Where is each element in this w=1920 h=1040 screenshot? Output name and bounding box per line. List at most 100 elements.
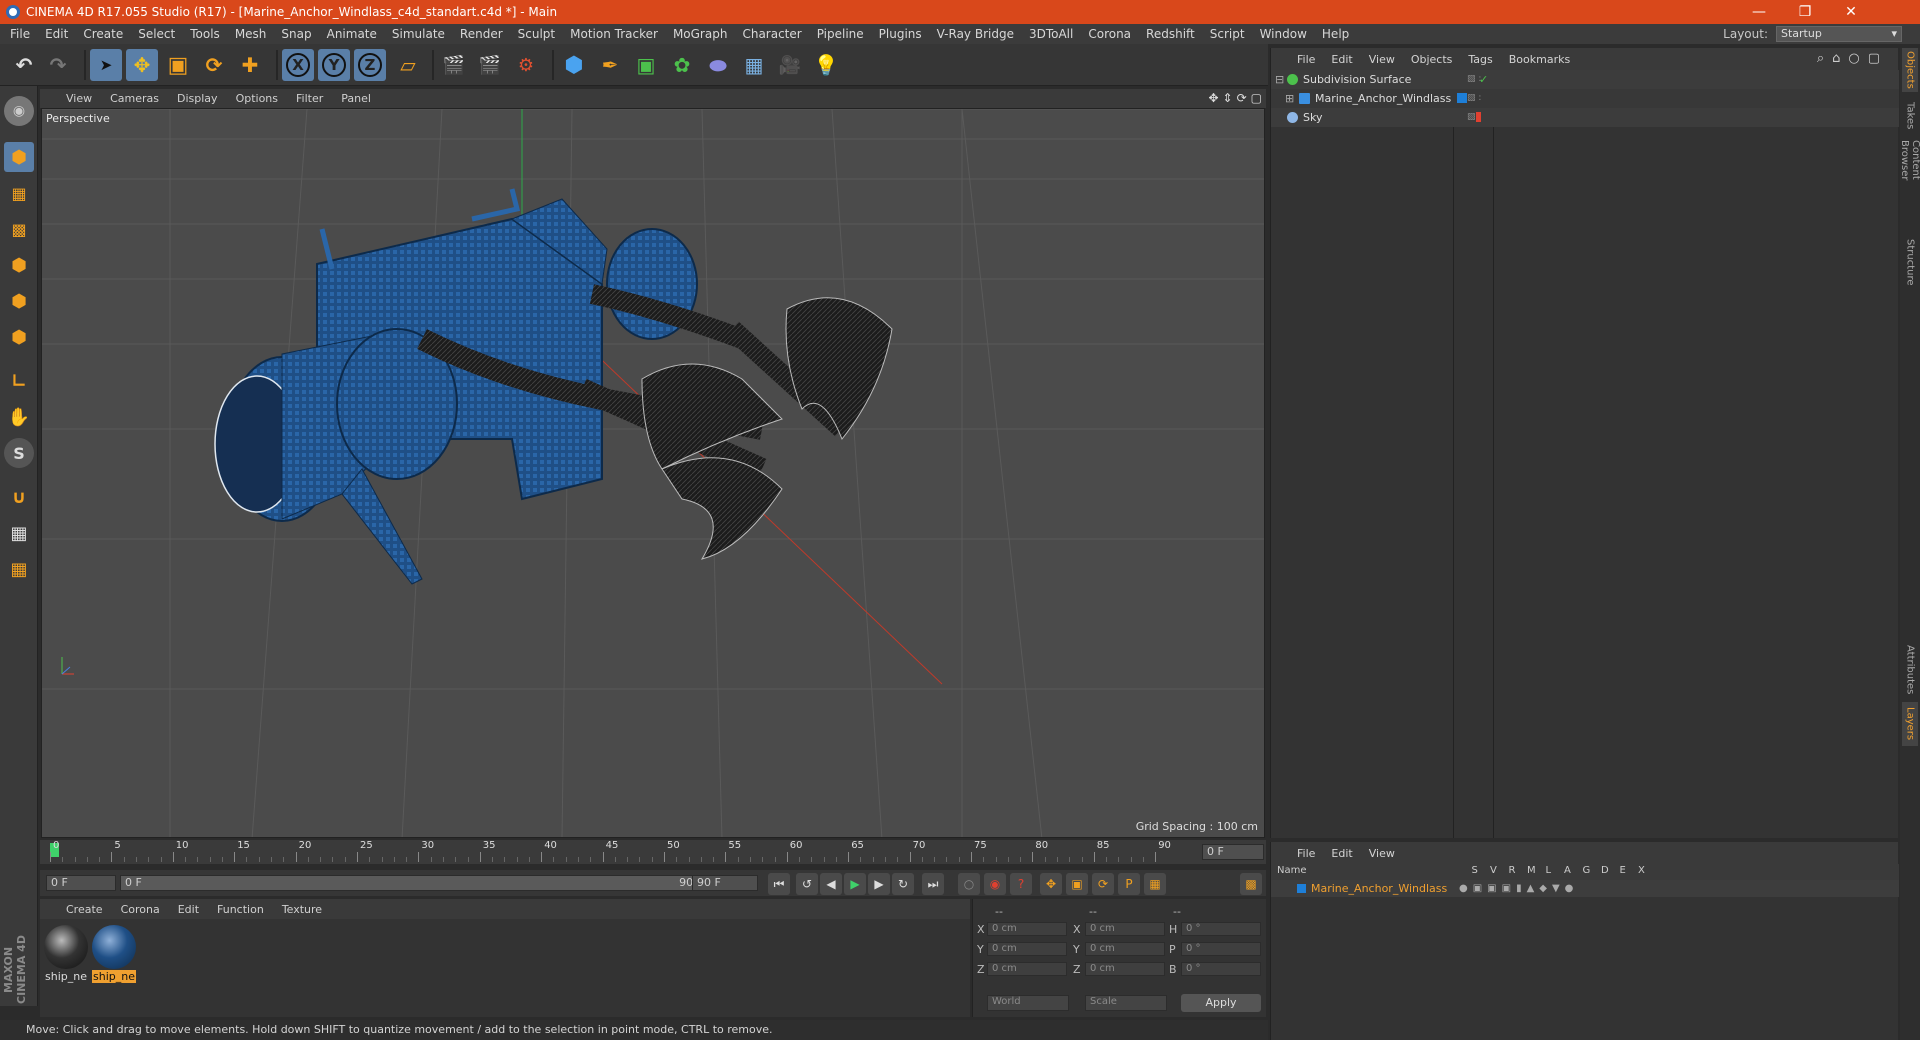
layer-col-m[interactable]: M <box>1527 865 1536 876</box>
side-tab-takes[interactable]: Takes <box>1902 100 1918 132</box>
subdivision-icon[interactable]: ▣ <box>630 49 662 81</box>
axis-mode-icon[interactable]: ∟ <box>4 366 34 396</box>
key-scale-icon[interactable]: ▣ <box>1066 873 1088 895</box>
menu-edit[interactable]: Edit <box>45 27 68 41</box>
preview-range-slider[interactable]: 0 F 90 F <box>120 875 710 891</box>
keyframe-selection-icon[interactable]: ? <box>1010 873 1032 895</box>
layer-col-v[interactable]: V <box>1490 865 1497 876</box>
select-icon[interactable]: ➤ <box>90 49 122 81</box>
coord-position-field[interactable]: 0 cm <box>987 922 1067 936</box>
checkmark-icon[interactable]: ✓ <box>1479 70 1488 89</box>
menu-pipeline[interactable]: Pipeline <box>817 27 864 41</box>
record-keys-icon[interactable]: ○ <box>958 873 980 895</box>
menu-select[interactable]: Select <box>138 27 175 41</box>
menu-redshift[interactable]: Redshift <box>1146 27 1195 41</box>
end-frame-field[interactable]: 90 F <box>692 875 758 891</box>
coord-space-dropdown[interactable]: World <box>987 995 1069 1011</box>
home-icon[interactable]: ⌂ <box>1832 51 1840 66</box>
next-key-icon[interactable]: ↻ <box>892 873 914 895</box>
menu-mesh[interactable]: Mesh <box>235 27 267 41</box>
go-to-start-icon[interactable]: ⏮ <box>768 873 790 895</box>
floor-icon[interactable]: ▦ <box>738 49 770 81</box>
menu-help[interactable]: Help <box>1322 27 1349 41</box>
redo-icon[interactable]: ↷ <box>42 49 74 81</box>
object-name[interactable]: Subdivision Surface <box>1303 70 1411 89</box>
cube-icon[interactable]: ⬢ <box>558 49 590 81</box>
coord-mode-dropdown[interactable]: Scale <box>1085 995 1167 1011</box>
play-icon[interactable]: ▶ <box>844 873 866 895</box>
scale-icon[interactable]: ▣ <box>162 49 194 81</box>
object-menu-edit[interactable]: Edit <box>1331 53 1352 66</box>
snap-icon[interactable]: S <box>4 438 34 468</box>
viewport-menu-cameras[interactable]: Cameras <box>110 92 159 105</box>
viewport-menu-view[interactable]: View <box>66 92 92 105</box>
coord-size-field[interactable]: 0 cm <box>1085 962 1165 976</box>
layer-col-a[interactable]: A <box>1564 865 1571 876</box>
step-back-icon[interactable]: ◀ <box>820 873 842 895</box>
coord-size-field[interactable]: 0 cm <box>1085 922 1165 936</box>
object-row[interactable]: ⊞ Marine_Anchor_Windlass ▧ : <box>1271 89 1899 108</box>
layer-col-name[interactable]: Name <box>1277 865 1307 876</box>
model-mode-icon[interactable]: ⬢ <box>4 142 34 172</box>
object-row[interactable]: ⊟ Subdivision Surface ▧ : ✓ <box>1271 70 1899 89</box>
layer-row[interactable]: Marine_Anchor_Windlass ●▣▣▣▮▲◆▼● <box>1271 880 1899 897</box>
timeline-window-icon[interactable]: ▩ <box>1240 873 1262 895</box>
material-thumb-selected[interactable]: ship_ne <box>92 925 136 985</box>
undo-icon[interactable]: ↶ <box>8 49 40 81</box>
texture-mode-icon[interactable]: ▦ <box>4 178 34 208</box>
layer-col-d[interactable]: D <box>1601 865 1609 876</box>
transform-icon[interactable]: ✚ <box>234 49 266 81</box>
render-settings-icon[interactable]: ⚙ <box>510 49 542 81</box>
workplane-icon[interactable]: ▩ <box>4 214 34 244</box>
viewport-menu-display[interactable]: Display <box>177 92 218 105</box>
object-menu-objects[interactable]: Objects <box>1411 53 1453 66</box>
layer-flags-icons[interactable]: ●▣▣▣▮▲◆▼● <box>1459 880 1578 897</box>
coord-size-field[interactable]: 0 cm <box>1085 942 1165 956</box>
layer-col-e[interactable]: E <box>1620 865 1626 876</box>
search-icon[interactable]: ⌕ <box>1817 51 1824 66</box>
side-tab-attributes[interactable]: Attributes <box>1902 644 1918 696</box>
points-mode-icon[interactable]: ⬢ <box>4 250 34 280</box>
object-row[interactable]: Sky ▧ : <box>1271 108 1899 127</box>
collapse-toggle-icon[interactable]: ⊟ <box>1275 70 1284 89</box>
pan-icon[interactable]: ✥ <box>1208 91 1218 105</box>
dolly-icon[interactable]: ⇕ <box>1223 91 1233 105</box>
menu-mograph[interactable]: MoGraph <box>673 27 728 41</box>
layer-name[interactable]: Marine_Anchor_Windlass <box>1311 880 1447 897</box>
menu-animate[interactable]: Animate <box>327 27 377 41</box>
expand-icon[interactable]: ▢ <box>1868 51 1880 66</box>
material-menu-function[interactable]: Function <box>217 903 264 916</box>
key-position-icon[interactable]: ✥ <box>1040 873 1062 895</box>
layer-menu-edit[interactable]: Edit <box>1331 847 1352 860</box>
apply-button[interactable]: Apply <box>1181 994 1261 1012</box>
menu-3dtoall[interactable]: 3DToAll <box>1029 27 1073 41</box>
tweak-mode-icon[interactable]: ✋ <box>4 402 34 432</box>
layer-col-g[interactable]: G <box>1583 865 1591 876</box>
viewport-menu-options[interactable]: Options <box>236 92 278 105</box>
menu-tools[interactable]: Tools <box>190 27 220 41</box>
step-forward-icon[interactable]: ▶ <box>868 873 890 895</box>
object-menu-tags[interactable]: Tags <box>1468 53 1492 66</box>
autokey-icon[interactable]: ◉ <box>984 873 1006 895</box>
layer-menu-view[interactable]: View <box>1369 847 1395 860</box>
x-axis-icon[interactable]: X <box>282 49 314 81</box>
object-name[interactable]: Marine_Anchor_Windlass <box>1315 89 1451 108</box>
menu-render[interactable]: Render <box>460 27 503 41</box>
current-frame-field[interactable]: 0 F <box>1202 844 1264 860</box>
coord-rotation-field[interactable]: 0 ° <box>1181 922 1261 936</box>
render-view-icon[interactable]: 🎬 <box>438 49 470 81</box>
layer-col-r[interactable]: R <box>1509 865 1516 876</box>
object-menu-view[interactable]: View <box>1369 53 1395 66</box>
layer-col-s[interactable]: S <box>1472 865 1478 876</box>
planar-workplane-icon[interactable]: ▦ <box>4 554 34 584</box>
side-tab-objects[interactable]: Objects <box>1902 48 1918 92</box>
lock-workplane-icon[interactable]: ▦ <box>4 518 34 548</box>
polygons-mode-icon[interactable]: ⬢ <box>4 322 34 352</box>
sculpt-brush-icon[interactable]: ◉ <box>4 96 34 126</box>
side-tab-content-browser[interactable]: Content Browser <box>1899 140 1920 220</box>
close-icon[interactable]: ✕ <box>1828 0 1874 24</box>
expand-toggle-icon[interactable]: ⊞ <box>1285 89 1294 108</box>
menu-corona[interactable]: Corona <box>1088 27 1131 41</box>
key-rotation-icon[interactable]: ⟳ <box>1092 873 1114 895</box>
render-picture-queue-icon[interactable]: 🎬 <box>474 49 506 81</box>
